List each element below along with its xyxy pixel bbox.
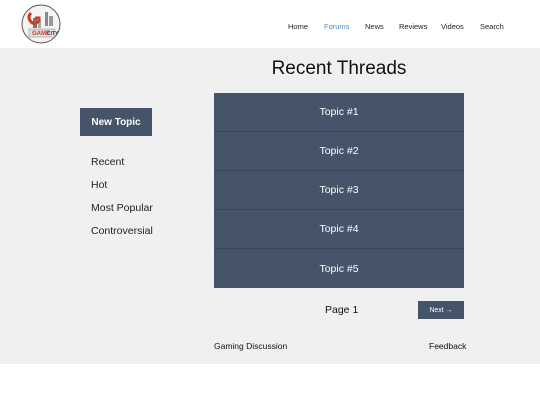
thread-item[interactable]: Topic #3 <box>214 171 464 210</box>
next-page-button[interactable]: Next → <box>418 301 464 319</box>
filter-most-popular[interactable]: Most Popular <box>91 202 153 214</box>
filter-recent[interactable]: Recent <box>91 156 124 168</box>
filter-controversial[interactable]: Controversial <box>91 225 153 237</box>
footer-category-label: Gaming Discussion <box>214 341 288 351</box>
new-topic-button[interactable]: New Topic <box>80 108 152 136</box>
feedback-link[interactable]: Feedback <box>429 341 466 351</box>
page: GAME CITY Home Forums News Reviews Video… <box>0 0 540 405</box>
thread-item[interactable]: Topic #1 <box>214 93 464 132</box>
thread-list: Topic #1 Topic #2 Topic #3 Topic #4 Topi… <box>214 93 464 288</box>
nav-home[interactable]: Home <box>288 22 308 31</box>
nav-news[interactable]: News <box>365 22 384 31</box>
filter-hot[interactable]: Hot <box>91 179 107 191</box>
thread-item[interactable]: Topic #2 <box>214 132 464 171</box>
thread-item[interactable]: Topic #5 <box>214 249 464 288</box>
nav-videos[interactable]: Videos <box>441 22 464 31</box>
nav-search[interactable]: Search <box>480 22 504 31</box>
main-nav: Home Forums News Reviews Videos Search <box>0 22 540 36</box>
page-title: Recent Threads <box>271 58 407 79</box>
nav-reviews[interactable]: Reviews <box>399 22 427 31</box>
forum-main: Recent Threads New Topic Recent Hot Most… <box>0 48 540 364</box>
page-indicator: Page 1 <box>325 304 359 316</box>
nav-forums[interactable]: Forums <box>324 22 349 31</box>
thread-item[interactable]: Topic #4 <box>214 210 464 249</box>
site-header: GAME CITY Home Forums News Reviews Video… <box>0 0 540 48</box>
